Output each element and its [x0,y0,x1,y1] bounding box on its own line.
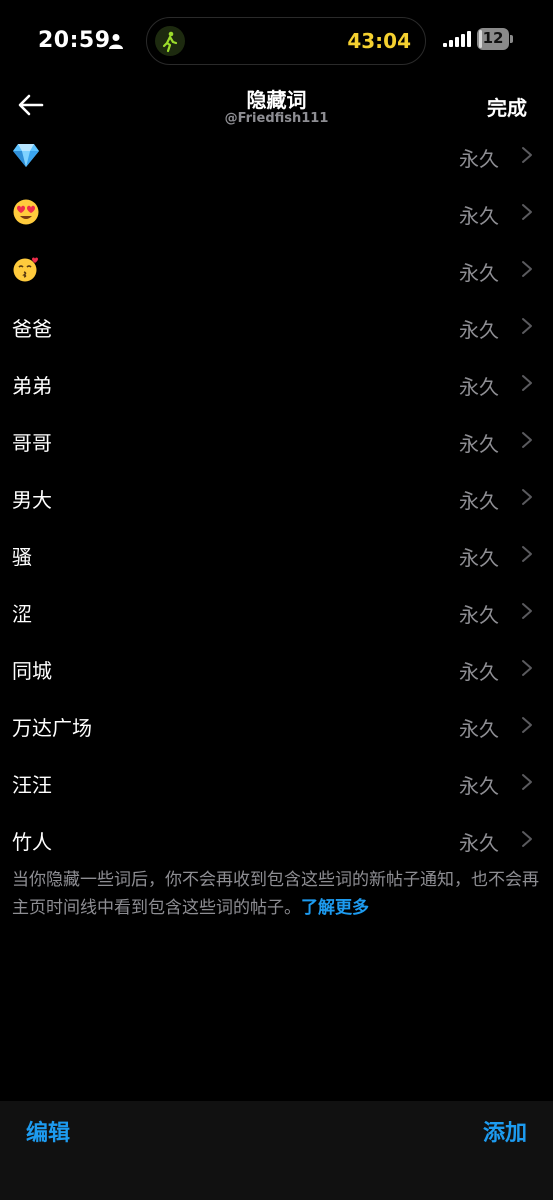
mute-duration: 永久 [459,660,499,684]
signal-icon [443,31,471,47]
muted-word-row[interactable]: 汪汪 永久 [0,753,553,810]
muted-word-row[interactable]: 爸爸 永久 [0,297,553,354]
muted-word-row[interactable]: 弟弟 永久 [0,354,553,411]
chevron-right-icon [522,546,532,562]
muted-word-text: 汪汪 [12,773,52,797]
workout-timer: 43:04 [347,29,411,53]
muted-word-text: 爸爸 [12,317,52,341]
battery-icon: 12 [477,28,513,50]
chevron-right-icon [522,660,532,676]
muted-word-row[interactable]: 同城 永久 [0,639,553,696]
muted-word-row[interactable]: 竹人 永久 [0,810,553,867]
chevron-right-icon [522,261,532,277]
footer-note-text: 当你隐藏一些词后，你不会再收到包含这些词的新帖子通知，也不会再主页时间线中看到包… [12,870,539,918]
footer-note: 当你隐藏一些词后，你不会再收到包含这些词的新帖子通知，也不会再主页时间线中看到包… [12,866,542,922]
muted-word-text: 竹人 [12,830,52,854]
header: 隐藏词 @Friedfish111 完成 [0,80,553,132]
muted-word-row[interactable]: 永久 [0,183,553,240]
add-button[interactable]: 添加 [483,1115,527,1147]
mute-duration: 永久 [459,546,499,570]
muted-word-text: 男大 [12,488,52,512]
mute-duration: 永久 [459,831,499,855]
mute-duration: 永久 [459,147,499,171]
muted-word-text: 弟弟 [12,374,52,398]
chevron-right-icon [522,147,532,163]
battery-percent: 12 [482,29,504,47]
muted-word-row[interactable]: 万达广场 永久 [0,696,553,753]
page-title: 隐藏词 [246,88,307,112]
muted-word-text: 同城 [12,659,52,683]
mute-duration: 永久 [459,261,499,285]
muted-words-list: 永久 永久 永久 爸爸 永久 弟弟 永久 哥哥 永久 男大 永久骚永久涩永久 同城 永久 万达广场 永久 汪汪… [0,126,553,867]
chevron-right-icon [522,774,532,790]
chevron-right-icon [522,318,532,334]
muted-word-row[interactable]: 涩 永久 [0,582,553,639]
muted-word-text: 骚 [12,545,32,569]
status-time: 20:59 [38,28,111,53]
muted-word-text: 万达广场 [12,716,92,740]
mute-duration: 永久 [459,774,499,798]
muted-word-row[interactable]: 骚 永久 [0,525,553,582]
mute-duration: 永久 [459,603,499,627]
learn-more-link[interactable]: 了解更多 [301,898,369,918]
chevron-right-icon [522,204,532,220]
chevron-right-icon [522,432,532,448]
muted-word-text: 哥哥 [12,431,52,455]
muted-word-text: 涩 [12,602,32,626]
mute-duration: 永久 [459,204,499,228]
diamond-emoji-icon [12,142,40,168]
mute-duration: 永久 [459,318,499,342]
status-bar: 20:59 43:04 12 [0,0,553,80]
muted-word-row[interactable]: 男大 永久 [0,468,553,525]
chevron-right-icon [522,489,532,505]
chevron-right-icon [522,831,532,847]
bottom-toolbar: 编辑 添加 [0,1101,553,1200]
edit-button[interactable]: 编辑 [26,1115,70,1147]
mute-duration: 永久 [459,717,499,741]
muted-word-row[interactable]: 永久 [0,126,553,183]
dynamic-island[interactable]: 43:04 [146,17,426,65]
mute-duration: 永久 [459,375,499,399]
person-icon [109,34,123,49]
walking-icon [155,26,185,56]
muted-word-row[interactable]: 哥哥 永久 [0,411,553,468]
heart-eyes-emoji-icon [12,199,40,225]
mute-duration: 永久 [459,489,499,513]
kissing-heart-emoji-icon [12,256,40,282]
chevron-right-icon [522,375,532,391]
mute-duration: 永久 [459,432,499,456]
chevron-right-icon [522,717,532,733]
done-button[interactable]: 完成 [487,92,527,121]
chevron-right-icon [522,603,532,619]
account-handle: @Friedfish111 [224,111,329,126]
muted-word-row[interactable]: 永久 [0,240,553,297]
